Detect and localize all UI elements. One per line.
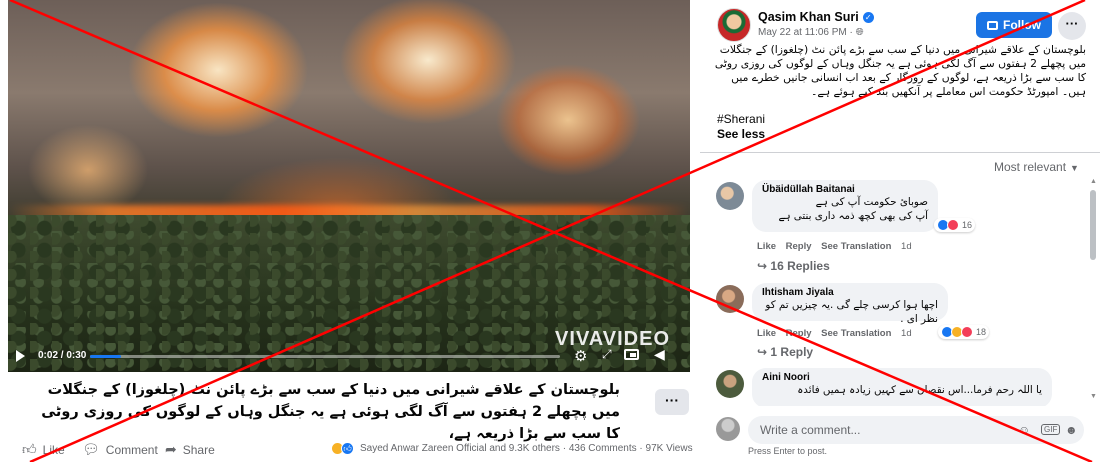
commenter-avatar[interactable] <box>716 370 744 398</box>
globe-icon: 🌐︎ <box>855 27 864 38</box>
comments-scrollbar[interactable]: ▲ ▼ <box>1089 178 1097 406</box>
see-translation-link[interactable]: See Translation <box>821 328 891 339</box>
reply-arrow-icon: ↪ <box>757 259 771 273</box>
view-replies-link[interactable]: ↪ 1 Reply <box>757 345 813 359</box>
see-translation-link[interactable]: See Translation <box>821 241 891 252</box>
scroll-thumb[interactable] <box>1090 190 1096 260</box>
commenter-avatar[interactable] <box>716 182 744 210</box>
commenter-name[interactable]: Übäidüllah Baitanai <box>762 184 928 195</box>
comment-reactions[interactable]: 16 <box>934 218 976 232</box>
progress-bar[interactable] <box>90 355 560 358</box>
comment-composer: ☺ GIF ☻ <box>716 415 1086 445</box>
reaction-count: 18 <box>976 327 987 337</box>
comment-label: Comment <box>105 442 158 457</box>
expand-icon[interactable]: ⤢ <box>602 347 612 362</box>
share-button[interactable]: ➦ Share <box>165 441 215 458</box>
volume-icon[interactable]: ◀︎ <box>654 346 665 363</box>
like-reaction-icon: 👍︎ <box>341 442 354 455</box>
sticker-icon[interactable]: ☻ <box>1065 423 1078 437</box>
share-label: Share <box>182 442 215 457</box>
like-button[interactable]: 👍︎ Like <box>22 441 65 458</box>
post-more-button[interactable]: ··· <box>1058 12 1086 40</box>
sort-label: Most relevant <box>994 160 1067 174</box>
emoji-icon[interactable]: ☺ <box>1018 423 1030 437</box>
action-bar: 👍︎ Like 💬︎ Comment ➦ Share 👍︎ Sayed Anwa… <box>0 437 700 462</box>
user-avatar[interactable] <box>716 417 740 441</box>
commenter-name[interactable]: Ihtisham Jiyala <box>762 287 938 298</box>
comment-list: Übäidüllah Baitanai صوبائ حکومت آپ کی ہے… <box>700 178 1090 406</box>
comment-bubble: Übäidüllah Baitanai صوبائ حکومت آپ کی ہے… <box>752 180 938 232</box>
comment-text: اچھا ہوا کرسی چلے گی .یہ چیزیں تم کو نظر… <box>765 299 938 325</box>
follow-label: Follow <box>1003 18 1041 32</box>
reaction-icons[interactable]: 👍︎ <box>331 442 354 455</box>
reaction-summary[interactable]: Sayed Anwar Zareen Official and 9.3K oth… <box>360 443 693 454</box>
enter-hint: Press Enter to post. <box>748 446 828 456</box>
time-display: 0:02 / 0:30 <box>38 350 87 361</box>
commenter-name[interactable]: Aini Noori <box>762 372 1042 383</box>
post-time-text[interactable]: May 22 at 11:06 PM · <box>758 27 856 38</box>
verified-badge-icon: ✓ <box>862 12 874 23</box>
chevron-down-icon: ▼ <box>1070 163 1079 173</box>
scroll-up-icon[interactable]: ▲ <box>1090 178 1097 185</box>
comment-icon: 💬︎ <box>82 441 100 457</box>
scroll-down-icon[interactable]: ▼ <box>1090 393 1097 400</box>
gif-icon[interactable]: GIF <box>1041 424 1061 435</box>
progress-fill <box>90 355 122 358</box>
author-name-text[interactable]: Qasim Khan Suri <box>758 10 859 24</box>
post-body: بلوچستان کے علاقے شیرانی میں دنیا کے سب … <box>714 43 1086 98</box>
hashtag-link[interactable]: #Sherani <box>717 112 765 126</box>
video-caption: بلوچستان کے علاقے شیرانی میں دنیا کے سب … <box>41 382 620 442</box>
video-panel: VIVAVIDEO 0:02 / 0:30 ⚙ ⤢ ◀︎ بلوچستان کے… <box>0 0 700 462</box>
post-panel: Qasim Khan Suri ✓ May 22 at 11:06 PM · 🌐︎… <box>700 0 1100 462</box>
comment-like-link[interactable]: Like <box>757 328 776 339</box>
see-less-link[interactable]: See less <box>717 127 765 141</box>
comment-reactions[interactable]: 18 <box>938 325 990 339</box>
replies-label: 16 Replies <box>770 259 830 273</box>
author-avatar[interactable] <box>717 8 751 42</box>
share-icon: ➦ <box>165 441 177 457</box>
reply-arrow-icon: ↪ <box>757 345 771 359</box>
like-label: Like <box>42 442 65 457</box>
comment-actions: Like Reply See Translation 1d <box>757 241 919 252</box>
comment-reply-link[interactable]: Reply <box>786 241 812 252</box>
post-timestamp[interactable]: May 22 at 11:06 PM · 🌐︎ <box>758 27 864 38</box>
caption-more-button[interactable]: ··· <box>655 389 689 415</box>
comment-bubble: Aini Noori یا اللہ رحم فرما...اس نقصان س… <box>752 368 1052 406</box>
gear-icon[interactable]: ⚙ <box>574 347 587 365</box>
play-icon[interactable] <box>16 350 25 362</box>
follow-icon <box>987 20 998 30</box>
thumbs-up-icon: 👍︎ <box>22 441 37 457</box>
comment-text: آپ کی بھی کچھ ذمہ داری بنتی ہے <box>778 210 928 222</box>
comment-sort-dropdown[interactable]: Most relevant ▼ <box>994 160 1079 174</box>
commenter-avatar[interactable] <box>716 285 744 313</box>
author-name[interactable]: Qasim Khan Suri ✓ <box>758 10 874 24</box>
divider <box>700 152 1100 153</box>
replies-label: 1 Reply <box>770 345 814 359</box>
view-replies-link[interactable]: ↪ 16 Replies <box>757 259 830 273</box>
comment-item: Übäidüllah Baitanai صوبائ حکومت آپ کی ہے… <box>716 180 1076 276</box>
video-player[interactable]: VIVAVIDEO <box>8 0 690 372</box>
comment-text: یا اللہ رحم فرما...اس نقصان سے کہیں زیاد… <box>797 384 1042 396</box>
video-controls: 0:02 / 0:30 ⚙ ⤢ ◀︎ <box>8 343 690 369</box>
comment-item: Aini Noori یا اللہ رحم فرما...اس نقصان س… <box>716 368 1076 406</box>
comment-age[interactable]: 1d <box>901 328 912 339</box>
comment-button[interactable]: 💬︎ Comment <box>82 441 158 458</box>
comment-actions: Like Reply See Translation 1d <box>757 328 919 339</box>
comment-input[interactable] <box>748 416 1084 444</box>
picture-in-picture-icon[interactable] <box>624 349 639 360</box>
reaction-count: 16 <box>962 220 973 230</box>
follow-button[interactable]: Follow <box>976 12 1052 38</box>
comment-age[interactable]: 1d <box>901 241 912 252</box>
love-reaction-icon <box>947 219 959 231</box>
comment-text: صوبائ حکومت آپ کی ہے <box>815 196 928 208</box>
comment-reply-link[interactable]: Reply <box>786 328 812 339</box>
love-reaction-icon <box>961 326 973 338</box>
comment-bubble: Ihtisham Jiyala اچھا ہوا کرسی چلے گی .یہ… <box>752 283 948 325</box>
comment-like-link[interactable]: Like <box>757 241 776 252</box>
comment-item: Ihtisham Jiyala اچھا ہوا کرسی چلے گی .یہ… <box>716 283 1076 363</box>
